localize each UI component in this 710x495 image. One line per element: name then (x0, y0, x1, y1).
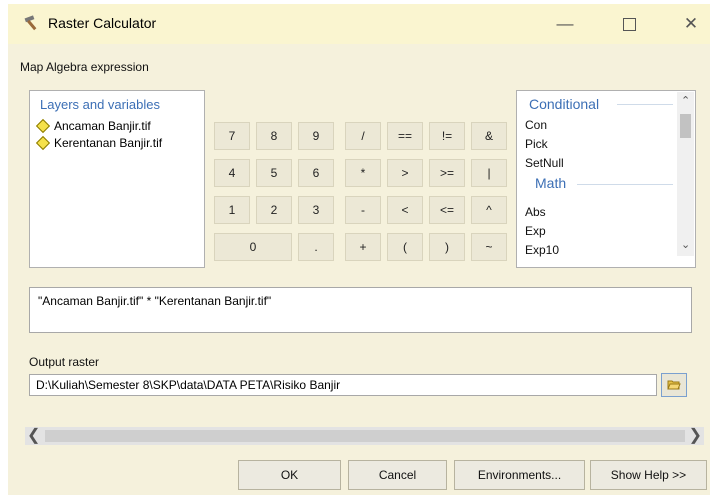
browse-button[interactable] (661, 373, 687, 397)
key-plus[interactable]: + (345, 233, 381, 261)
output-raster-label: Output raster (29, 355, 100, 369)
maximize-button[interactable] (606, 8, 652, 40)
scrollbar-thumb[interactable] (680, 114, 691, 138)
key-6[interactable]: 6 (298, 159, 334, 187)
hammer-icon (24, 15, 37, 31)
key-0[interactable]: 0 (214, 233, 292, 261)
key-greater-equal[interactable]: >= (429, 159, 465, 187)
key-not[interactable]: ~ (471, 233, 507, 261)
function-item-abs[interactable]: Abs (525, 205, 546, 219)
functions-list[interactable]: Conditional Con Pick SetNull Math Abs Ex… (516, 90, 696, 268)
window-title: Raster Calculator (48, 15, 157, 31)
title-bar: Raster Calculator — ✕ (8, 4, 710, 44)
environments-button[interactable]: Environments... (454, 460, 585, 490)
key-4[interactable]: 4 (214, 159, 250, 187)
raster-layer-icon (35, 118, 51, 134)
chevron-down-icon[interactable]: ⌄ (681, 238, 690, 251)
math-group-heading: Math (535, 175, 567, 191)
folder-open-icon (667, 380, 681, 390)
key-open-paren[interactable]: ( (387, 233, 423, 261)
key-decimal[interactable]: . (298, 233, 334, 261)
function-item-pick[interactable]: Pick (525, 137, 548, 151)
close-button[interactable]: ✕ (668, 8, 710, 40)
key-3[interactable]: 3 (298, 196, 334, 224)
key-less-equal[interactable]: <= (429, 196, 465, 224)
show-help-button[interactable]: Show Help >> (590, 460, 707, 490)
key-divide[interactable]: / (345, 122, 381, 150)
horizontal-scrollbar[interactable]: ❮ ❯ (25, 427, 704, 445)
key-xor[interactable]: ^ (471, 196, 507, 224)
raster-calculator-window: Raster Calculator — ✕ Map Algebra expres… (0, 0, 710, 495)
chevron-up-icon[interactable]: ⌃ (681, 94, 690, 107)
key-7[interactable]: 7 (214, 122, 250, 150)
function-item-exp[interactable]: Exp (525, 224, 546, 238)
map-algebra-label: Map Algebra expression (20, 60, 149, 74)
key-equal[interactable]: == (387, 122, 423, 150)
expression-textbox[interactable]: "Ancaman Banjir.tif" * "Kerentanan Banji… (29, 287, 692, 333)
function-item-exp10[interactable]: Exp10 (525, 243, 559, 257)
scrollbar-thumb[interactable] (45, 430, 685, 442)
key-5[interactable]: 5 (256, 159, 292, 187)
function-item-setnull[interactable]: SetNull (525, 156, 564, 170)
layer-item[interactable]: Kerentanan Banjir.tif (35, 135, 163, 151)
key-close-paren[interactable]: ) (429, 233, 465, 261)
cancel-button[interactable]: Cancel (348, 460, 447, 490)
key-less[interactable]: < (387, 196, 423, 224)
key-minus[interactable]: - (345, 196, 381, 224)
key-not-equal[interactable]: != (429, 122, 465, 150)
key-8[interactable]: 8 (256, 122, 292, 150)
function-item-con[interactable]: Con (525, 118, 547, 132)
key-or[interactable]: | (471, 159, 507, 187)
key-multiply[interactable]: * (345, 159, 381, 187)
chevron-left-icon[interactable]: ❮ (27, 427, 40, 445)
minimize-icon: — (556, 14, 574, 33)
divider (617, 104, 673, 105)
chevron-right-icon[interactable]: ❯ (689, 427, 702, 445)
key-and[interactable]: & (471, 122, 507, 150)
functions-scrollbar[interactable]: ⌃ ⌄ (677, 92, 694, 256)
key-2[interactable]: 2 (256, 196, 292, 224)
close-icon: ✕ (683, 14, 699, 33)
key-9[interactable]: 9 (298, 122, 334, 150)
layer-name: Ancaman Banjir.tif (54, 119, 151, 133)
key-greater[interactable]: > (387, 159, 423, 187)
maximize-icon (622, 17, 636, 31)
divider (577, 184, 673, 185)
conditional-group-heading: Conditional (529, 96, 600, 112)
layers-list[interactable]: Layers and variables Ancaman Banjir.tif … (29, 90, 205, 268)
output-raster-field[interactable]: D:\Kuliah\Semester 8\SKP\data\DATA PETA\… (29, 374, 657, 396)
layer-item[interactable]: Ancaman Banjir.tif (35, 118, 151, 134)
raster-layer-icon (35, 135, 51, 151)
layer-name: Kerentanan Banjir.tif (54, 136, 163, 150)
minimize-button[interactable]: — (542, 8, 588, 40)
key-1[interactable]: 1 (214, 196, 250, 224)
dialog-body: Map Algebra expression Layers and variab… (8, 44, 710, 495)
ok-button[interactable]: OK (238, 460, 341, 490)
layers-heading: Layers and variables (40, 97, 160, 112)
